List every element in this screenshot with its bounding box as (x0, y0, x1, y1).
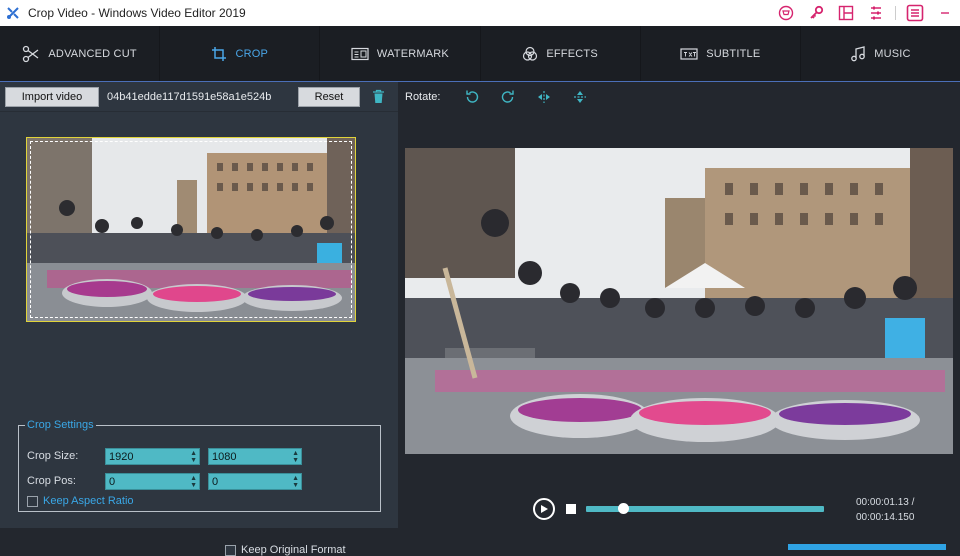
tab-label: WATERMARK (376, 47, 449, 60)
music-icon (851, 45, 866, 61)
spin-arrows-icon[interactable]: ▲ ▼ (292, 474, 299, 489)
watermark-icon (351, 47, 369, 60)
crop-width-value: 1920 (109, 450, 134, 463)
crop-pos-x-spinbox[interactable]: 0 ▲ ▼ (105, 473, 200, 490)
rotate-label: Rotate: (405, 91, 441, 103)
tab-label: CROP (235, 47, 269, 60)
minimize-icon[interactable] (930, 0, 960, 26)
keep-aspect-ratio-label: Keep Aspect Ratio (43, 495, 134, 507)
settings-sliders-icon[interactable] (861, 0, 891, 26)
crop-pos-x-value: 0 (109, 475, 116, 488)
tab-watermark[interactable]: WATERMARK (320, 26, 481, 81)
crop-icon (212, 46, 227, 61)
play-button[interactable] (533, 498, 555, 520)
import-video-button[interactable]: Import video (5, 86, 99, 107)
tab-crop[interactable]: CROP (160, 26, 321, 81)
subtitle-icon (680, 47, 698, 60)
rotate-left-icon[interactable] (454, 86, 490, 108)
window-title: Crop Video - Windows Video Editor 2019 (28, 6, 246, 20)
key-icon[interactable] (801, 0, 831, 26)
spin-arrows-icon[interactable]: ▲ ▼ (190, 474, 197, 489)
spin-arrows-icon[interactable]: ▲ ▼ (190, 449, 197, 464)
tab-label: EFFECTS (546, 47, 598, 60)
checkbox-box[interactable] (27, 495, 38, 507)
crop-pos-y-spinbox[interactable]: 0 ▲ ▼ (208, 473, 302, 490)
cart-icon[interactable] (771, 0, 801, 26)
crop-size-label: Crop Size: (27, 450, 79, 462)
current-time: 00:00:01.13 / (856, 497, 915, 508)
stop-button[interactable] (566, 504, 576, 514)
spin-arrows-icon[interactable]: ▲ ▼ (292, 449, 299, 464)
trash-icon[interactable] (370, 88, 386, 106)
playback-controls: 00:00:01.13 / 00:00:14.150 (398, 494, 960, 534)
export-button[interactable] (788, 544, 946, 550)
keep-aspect-ratio-checkbox[interactable]: Keep Aspect Ratio (27, 495, 134, 507)
rotate-right-icon[interactable] (490, 86, 526, 108)
rotate-toolbar: Rotate: (398, 82, 960, 112)
preview-panel: Rotate: 00:00:01.13 / 00:00:14.150 (398, 82, 960, 550)
seek-thumb[interactable] (617, 503, 629, 514)
crop-pos-label: Crop Pos: (27, 475, 76, 487)
seek-bar[interactable] (586, 503, 824, 514)
menu-icon[interactable] (900, 0, 930, 26)
crop-height-spinbox[interactable]: 1080 ▲ ▼ (208, 448, 302, 465)
tab-label: MUSIC (874, 47, 911, 60)
crop-panel: Import video 04b41edde117d1591e58a1e524b… (0, 82, 398, 550)
title-separator (895, 6, 896, 20)
tab-advanced-cut[interactable]: ADVANCED CUT (0, 26, 161, 81)
keep-original-format-checkbox[interactable]: Keep Original Format (225, 544, 346, 556)
reset-button[interactable]: Reset (298, 86, 360, 107)
crop-pos-y-value: 0 (212, 475, 219, 488)
crop-settings-group: Crop Settings Crop Size: 1920 ▲ ▼ 1080 ▲ ▼… (18, 419, 381, 512)
left-toolbar: Import video 04b41edde117d1591e58a1e524b… (0, 82, 398, 112)
total-time: 00:00:14.150 (856, 512, 915, 523)
crop-height-value: 1080 (212, 450, 237, 463)
feature-tabs: ADVANCED CUT CROP WATERMARK EFFECTS SUBT… (0, 26, 960, 82)
title-bar: Crop Video - Windows Video Editor 2019 (0, 0, 960, 26)
layout-icon[interactable] (831, 0, 861, 26)
tab-subtitle[interactable]: SUBTITLE (641, 26, 801, 81)
tab-effects[interactable]: EFFECTS (481, 26, 641, 81)
flip-vertical-icon[interactable] (562, 86, 598, 108)
effects-icon (523, 46, 538, 61)
tab-label: ADVANCED CUT (48, 47, 137, 60)
crop-width-spinbox[interactable]: 1920 ▲ ▼ (105, 448, 200, 465)
crop-preview-image[interactable] (26, 137, 356, 322)
tab-label: SUBTITLE (706, 47, 761, 60)
checkbox-box[interactable] (225, 544, 236, 556)
crop-settings-legend: Crop Settings (27, 419, 94, 431)
play-icon (541, 505, 548, 513)
flip-horizontal-icon[interactable] (526, 86, 562, 108)
file-name: 04b41edde117d1591e58a1e524b (107, 90, 272, 103)
app-logo-icon (0, 0, 26, 26)
scissors-icon (23, 45, 39, 62)
video-preview (405, 148, 953, 454)
tab-music[interactable]: MUSIC (801, 26, 960, 81)
keep-original-format-label: Keep Original Format (241, 544, 346, 556)
